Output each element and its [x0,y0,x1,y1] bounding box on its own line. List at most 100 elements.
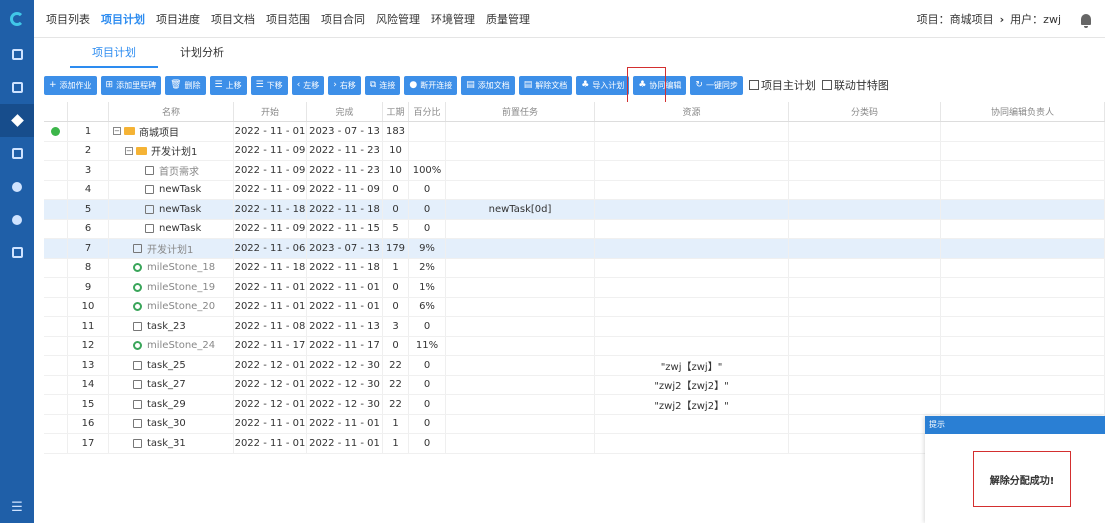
row-category[interactable] [789,141,941,160]
toolbar-button-6[interactable]: › 右移 [328,75,361,95]
header-end[interactable]: 完成 [307,102,383,121]
row-category[interactable] [789,239,941,258]
table-row[interactable]: 1− 商城项目 2022 - 11 - 01 2023 - 07 - 13 183 [44,122,1105,142]
row-number[interactable]: 6 [68,219,109,238]
row-predecessor[interactable] [446,375,595,394]
row-status[interactable] [44,219,68,238]
row-end[interactable]: 2023 - 07 - 13 [307,122,383,141]
row-status[interactable] [44,200,68,219]
row-percent[interactable]: 6% [409,297,446,316]
row-percent[interactable] [409,141,446,160]
row-duration[interactable]: 0 [383,200,409,219]
row-start[interactable]: 2022 - 11 - 01 [234,297,307,316]
row-co-editor[interactable] [941,297,1105,316]
row-category[interactable] [789,180,941,199]
row-co-editor[interactable] [941,200,1105,219]
table-row[interactable]: 12 mileStone_24 2022 - 11 - 17 2022 - 11 - … [44,336,1105,356]
toolbar-button-11[interactable]: ♣ 导入计划 [576,75,630,95]
row-status[interactable] [44,258,68,277]
row-co-editor[interactable] [941,122,1105,141]
row-name[interactable]: task_30 [109,414,234,433]
row-status[interactable] [44,180,68,199]
header-duration[interactable]: 工期 [383,102,409,121]
toolbar-button-3[interactable]: ☰ 上移 [209,75,247,95]
row-status[interactable] [44,395,68,414]
row-category[interactable] [789,161,941,180]
row-start[interactable]: 2022 - 11 - 06 [234,239,307,258]
row-start[interactable]: 2022 - 11 - 01 [234,122,307,141]
row-percent[interactable]: 0 [409,200,446,219]
row-percent[interactable]: 11% [409,336,446,355]
row-end[interactable]: 2022 - 11 - 01 [307,414,383,433]
row-status[interactable] [44,434,68,453]
sidebar-item-monitor[interactable] [0,38,34,71]
row-category[interactable] [789,395,941,414]
row-percent[interactable]: 2% [409,258,446,277]
row-co-editor[interactable] [941,141,1105,160]
row-resource[interactable] [595,297,789,316]
row-number[interactable]: 10 [68,297,109,316]
row-percent[interactable]: 0 [409,375,446,394]
table-row[interactable]: 13 task_25 2022 - 12 - 01 2022 - 12 - 30 22 0… [44,356,1105,376]
nav-project-list[interactable]: 项目列表 [46,11,90,27]
row-name[interactable]: newTask [109,180,234,199]
row-duration[interactable]: 179 [383,239,409,258]
row-percent[interactable]: 0 [409,434,446,453]
row-percent[interactable]: 0 [409,414,446,433]
row-number[interactable]: 5 [68,200,109,219]
row-status[interactable] [44,122,68,141]
header-co-editor[interactable]: 协同编辑负责人 [941,102,1105,121]
row-predecessor[interactable] [446,180,595,199]
row-start[interactable]: 2022 - 11 - 09 [234,161,307,180]
row-number[interactable]: 9 [68,278,109,297]
row-start[interactable]: 2022 - 11 - 09 [234,219,307,238]
sidebar-item-document[interactable] [0,71,34,104]
row-start[interactable]: 2022 - 11 - 01 [234,414,307,433]
row-predecessor[interactable] [446,141,595,160]
row-start[interactable]: 2022 - 11 - 18 [234,200,307,219]
tab-project-plan[interactable]: 项目计划 [70,38,158,68]
row-percent[interactable]: 100% [409,161,446,180]
row-resource[interactable]: "zwj2【zwj2】" [595,375,789,394]
row-status[interactable] [44,356,68,375]
row-name[interactable]: mileStone_19 [109,278,234,297]
row-name[interactable]: mileStone_24 [109,336,234,355]
row-predecessor[interactable] [446,278,595,297]
row-name[interactable]: task_27 [109,375,234,394]
row-predecessor[interactable] [446,297,595,316]
table-row[interactable]: 9 mileStone_19 2022 - 11 - 01 2022 - 11 - 0… [44,278,1105,298]
row-number[interactable]: 3 [68,161,109,180]
row-co-editor[interactable] [941,395,1105,414]
row-predecessor[interactable] [446,161,595,180]
row-category[interactable] [789,336,941,355]
table-row[interactable]: 8 mileStone_18 2022 - 11 - 18 2022 - 11 - 1… [44,258,1105,278]
table-row[interactable]: 4 newTask 2022 - 11 - 09 2022 - 11 - 09 0 0 [44,180,1105,200]
row-end[interactable]: 2022 - 11 - 15 [307,219,383,238]
notification-bell-icon[interactable] [1081,13,1091,28]
row-duration[interactable]: 1 [383,434,409,453]
row-number[interactable]: 13 [68,356,109,375]
row-duration[interactable]: 0 [383,297,409,316]
row-start[interactable]: 2022 - 11 - 08 [234,317,307,336]
row-number[interactable]: 2 [68,141,109,160]
header-name[interactable]: 名称 [109,102,234,121]
row-status[interactable] [44,239,68,258]
row-resource[interactable] [595,180,789,199]
row-category[interactable] [789,317,941,336]
row-co-editor[interactable] [941,317,1105,336]
row-predecessor[interactable] [446,122,595,141]
row-duration[interactable]: 3 [383,317,409,336]
row-status[interactable] [44,414,68,433]
row-resource[interactable] [595,239,789,258]
nav-risk-management[interactable]: 风险管理 [376,11,420,27]
row-end[interactable]: 2022 - 11 - 18 [307,258,383,277]
sidebar-item-database[interactable] [0,203,34,236]
row-resource[interactable] [595,141,789,160]
table-row[interactable]: 15 task_29 2022 - 12 - 01 2022 - 12 - 30 22 0… [44,395,1105,415]
row-end[interactable]: 2022 - 11 - 18 [307,200,383,219]
table-row[interactable]: 14 task_27 2022 - 12 - 01 2022 - 12 - 30 22 0… [44,375,1105,395]
table-row[interactable]: 10 mileStone_20 2022 - 11 - 01 2022 - 11 - … [44,297,1105,317]
row-start[interactable]: 2022 - 11 - 09 [234,180,307,199]
toolbar-button-9[interactable]: ▤ 添加文档 [461,75,515,95]
row-predecessor[interactable]: newTask[0d] [446,200,595,219]
